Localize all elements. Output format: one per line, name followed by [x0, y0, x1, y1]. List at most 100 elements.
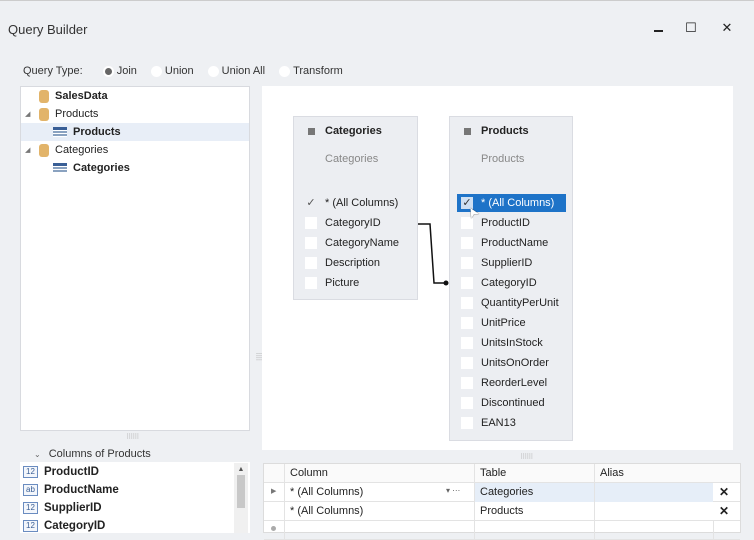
checkbox[interactable] — [461, 317, 473, 329]
cell-column[interactable]: * (All Columns) — [284, 502, 474, 521]
column-name: UnitsInStock — [481, 337, 543, 349]
column-row[interactable]: SupplierID — [461, 254, 573, 272]
table-icon — [53, 163, 67, 173]
cell-table[interactable]: Products — [474, 502, 594, 521]
column-row[interactable]: EAN13 — [461, 414, 573, 432]
expand-arrow-icon[interactable]: ◢ — [25, 146, 33, 154]
data-source-tree[interactable]: SalesData ◢ Products Products ◢ Categories Cat… — [20, 86, 250, 431]
table-alias: Products — [481, 153, 525, 165]
column-name: CategoryID — [481, 277, 537, 289]
column-row[interactable]: UnitsInStock — [461, 334, 573, 352]
column-row[interactable]: Description — [305, 254, 417, 272]
column-name: UnitsOnOrder — [481, 357, 549, 369]
column-item[interactable]: 12 ProductID — [23, 463, 99, 481]
table-header[interactable]: Products — [464, 125, 529, 137]
expand-arrow-icon[interactable]: ◢ — [25, 110, 33, 118]
cell-empty[interactable] — [594, 521, 600, 540]
column-row[interactable]: UnitPrice — [461, 314, 573, 332]
column-row[interactable]: Discontinued — [461, 394, 573, 412]
query-type-option[interactable]: Union — [137, 65, 194, 77]
checkbox[interactable] — [461, 297, 473, 309]
column-row[interactable]: ProductName — [461, 234, 573, 252]
table-box-products[interactable]: Products Products ✓ * (All Columns) ProductI… — [449, 116, 573, 441]
radio-button[interactable] — [150, 65, 162, 77]
database-icon — [39, 89, 49, 103]
column-header[interactable]: Table — [474, 464, 594, 483]
column-item-label: CategoryID — [44, 520, 106, 532]
delete-row-icon[interactable]: ✕ — [719, 504, 729, 518]
delete-row-icon[interactable]: ✕ — [719, 485, 729, 499]
radio-button[interactable] — [279, 65, 291, 77]
tree-node[interactable]: ◢ Categories — [21, 141, 249, 159]
checkbox[interactable] — [461, 357, 473, 369]
column-item[interactable]: 12 CategoryID — [23, 517, 105, 535]
cell-empty[interactable] — [474, 521, 480, 540]
splitter-grip[interactable]: ⠿⠿⠿ — [126, 433, 139, 441]
tree-node[interactable]: SalesData — [21, 87, 249, 105]
type-icon: ab — [23, 484, 38, 496]
maximize-button[interactable]: ☐ — [679, 20, 703, 40]
tree-node[interactable]: ◢ Products — [21, 105, 249, 123]
radio-button[interactable] — [207, 65, 219, 77]
diagram-canvas[interactable]: Categories Categories ✓ * (All Columns) Cate… — [262, 86, 733, 450]
checkbox[interactable] — [305, 277, 317, 289]
column-name: CategoryName — [325, 237, 399, 249]
grid-row[interactable]: ▶ * (All Columns) Categories ▾ ⋯ ✕ — [264, 483, 740, 502]
column-row[interactable]: QuantityPerUnit — [461, 294, 573, 312]
collapse-icon[interactable] — [308, 127, 315, 135]
checkbox[interactable] — [461, 257, 473, 269]
column-row[interactable]: ✓ * (All Columns) — [305, 194, 417, 212]
query-type-option[interactable]: Transform — [265, 65, 343, 77]
selected-columns-grid[interactable]: Column Table Alias ▶ * (All Columns) Categori… — [263, 463, 741, 540]
query-type-option[interactable]: Join — [89, 65, 137, 77]
checkbox[interactable] — [461, 397, 473, 409]
checkbox[interactable] — [461, 277, 473, 289]
column-header[interactable]: Alias — [594, 464, 713, 483]
cell-empty[interactable] — [284, 521, 290, 540]
column-item[interactable]: ab ProductName — [23, 481, 119, 499]
cell-empty[interactable] — [713, 521, 719, 540]
checkbox[interactable] — [461, 237, 473, 249]
column-item-label: ProductName — [44, 484, 119, 496]
column-row[interactable]: UnitsOnOrder — [461, 354, 573, 372]
column-item[interactable]: 12 SupplierID — [23, 499, 102, 517]
column-row[interactable]: CategoryID — [305, 214, 417, 232]
checkbox[interactable]: ✓ — [305, 197, 317, 209]
column-name: CategoryID — [325, 217, 381, 229]
minimize-button[interactable] — [646, 20, 670, 40]
vertical-splitter-grip[interactable]: ⠿⠿ — [253, 352, 261, 360]
checkbox[interactable] — [461, 337, 473, 349]
column-row[interactable]: ProductID — [461, 214, 573, 232]
column-row[interactable]: CategoryName — [305, 234, 417, 252]
cell-table[interactable]: Categories — [474, 483, 594, 502]
column-row[interactable]: ReorderLevel — [461, 374, 573, 392]
database-icon — [39, 143, 49, 157]
table-header[interactable]: Categories — [308, 125, 382, 137]
checkbox[interactable] — [461, 417, 473, 429]
splitter-grip[interactable]: ⠿⠿⠿ — [520, 453, 533, 461]
query-type-option[interactable]: Union All — [194, 65, 265, 77]
tree-node[interactable]: Categories — [21, 159, 249, 177]
column-row[interactable]: Picture — [305, 274, 417, 292]
columns-list[interactable]: 12 ProductID ab ProductName 12 SupplierID 12 Ca… — [20, 462, 250, 533]
collapse-icon[interactable] — [464, 127, 471, 135]
checkbox[interactable] — [305, 257, 317, 269]
columns-scrollbar[interactable]: ▲ — [234, 463, 248, 533]
radio-label: Union — [164, 65, 194, 77]
table-box-categories[interactable]: Categories Categories ✓ * (All Columns) Cate… — [293, 116, 418, 300]
radio-button[interactable] — [102, 65, 114, 77]
cell-alias[interactable] — [594, 483, 713, 502]
dropdown-icon[interactable]: ▾ ⋯ — [446, 486, 460, 495]
checkbox[interactable] — [461, 377, 473, 389]
columns-panel-title: Columns of Products — [48, 448, 151, 460]
column-header[interactable]: Column — [284, 464, 474, 483]
grid-row[interactable]: * (All Columns) Products ✕ — [264, 502, 740, 521]
new-row[interactable] — [264, 521, 740, 540]
tree-node[interactable]: Products — [21, 123, 249, 141]
checkbox[interactable] — [305, 237, 317, 249]
cell-alias[interactable] — [594, 502, 713, 521]
column-row[interactable]: CategoryID — [461, 274, 573, 292]
close-button[interactable]: ✕ — [715, 20, 739, 40]
columns-panel-header[interactable]: ⌄ Columns of Products — [34, 448, 151, 460]
checkbox[interactable] — [305, 217, 317, 229]
